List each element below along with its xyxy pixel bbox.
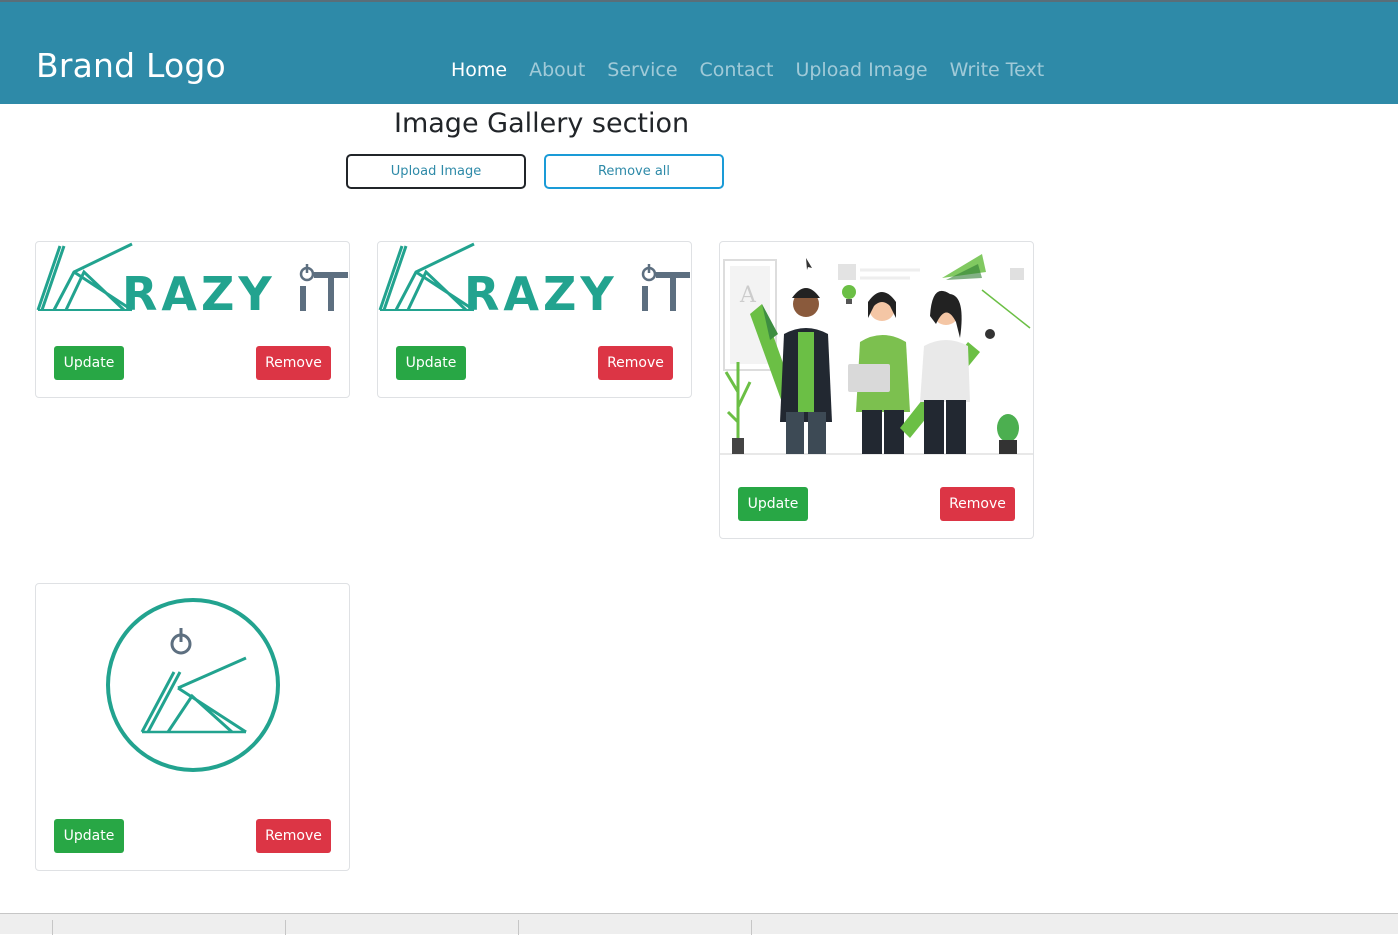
taskbar-separator — [518, 920, 519, 935]
power-icon — [641, 264, 657, 282]
team-illustration-image: A — [720, 242, 1033, 455]
taskbar-separator — [751, 920, 752, 935]
krazyit-circle-logo-image — [36, 584, 349, 784]
gallery-card: RAZY Update Remove — [377, 241, 692, 398]
gallery-title: Image Gallery section — [394, 108, 690, 139]
gallery-card: RAZY Update Remove — [35, 241, 350, 398]
taskbar-separator — [285, 920, 286, 935]
logo-wordmark-text: RAZY — [464, 267, 618, 321]
nav-write-text[interactable]: Write Text — [939, 56, 1056, 84]
krazyit-wordmark-image: RAZY — [36, 242, 349, 322]
power-icon — [299, 264, 315, 282]
navbar: Brand Logo Home About Service Contact Up… — [0, 0, 1398, 104]
nav-links: Home About Service Contact Upload Image … — [440, 56, 1055, 84]
remove-button[interactable]: Remove — [598, 346, 673, 380]
nav-home[interactable]: Home — [440, 56, 518, 84]
svg-text:A: A — [739, 283, 757, 308]
upload-image-button[interactable]: Upload Image — [346, 154, 526, 189]
update-button[interactable]: Update — [54, 346, 124, 380]
logo-wordmark-text: RAZY — [122, 267, 276, 321]
gallery-card: A Update Remove — [719, 241, 1034, 539]
update-button[interactable]: Update — [54, 819, 124, 853]
taskbar-separator — [52, 920, 53, 935]
remove-button[interactable]: Remove — [256, 346, 331, 380]
remove-button[interactable]: Remove — [256, 819, 331, 853]
nav-service[interactable]: Service — [596, 56, 688, 84]
update-button[interactable]: Update — [396, 346, 466, 380]
nav-about[interactable]: About — [518, 56, 596, 84]
taskbar — [0, 913, 1398, 935]
remove-button[interactable]: Remove — [940, 487, 1015, 521]
nav-upload-image[interactable]: Upload Image — [784, 56, 938, 84]
remove-all-button[interactable]: Remove all — [544, 154, 724, 189]
nav-contact[interactable]: Contact — [689, 56, 785, 84]
gallery-card: Update Remove — [35, 583, 350, 871]
update-button[interactable]: Update — [738, 487, 808, 521]
power-icon — [170, 628, 192, 655]
brand-logo[interactable]: Brand Logo — [36, 46, 226, 86]
krazyit-wordmark-image: RAZY — [378, 242, 691, 322]
